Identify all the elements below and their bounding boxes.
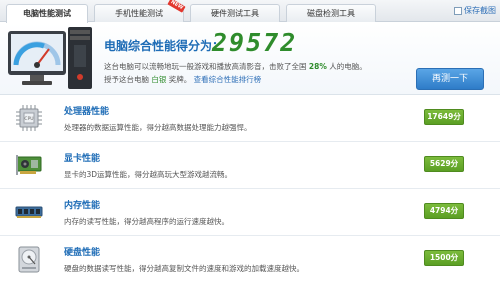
hard-disk-icon [18,246,40,273]
tab-label: 电脑性能测试 [23,9,71,18]
row-title: 内存性能 [64,201,101,211]
rank-middle: 奖牌。 [168,75,192,84]
tab-label: 磁盘检测工具 [307,9,355,18]
new-badge: NEW [167,0,186,13]
checkbox-icon[interactable] [454,6,462,15]
retest-button[interactable]: 再测一下 [416,68,484,90]
score-badge: 1500分 [424,250,464,266]
medal-level: 白银 [151,75,167,84]
row-title: 硬盘性能 [64,248,101,258]
list-item-cpu: CPU 处理器性能 处理器的数据运算性能，得分越高数据处理能力越强悍。 1764… [0,95,500,142]
cpu-icon: CPU [16,105,42,131]
list-item-graphics: 显卡性能 显卡的3D运算性能，得分越高玩大型游戏越流畅。 5629分 [0,142,500,189]
tab-hardware-tools[interactable]: 硬件测试工具 [190,4,280,22]
desc-prefix: 这台电脑可以流畅地玩一般游戏和播放高清影音，击败了全国 [104,62,307,71]
score-badge: 5629分 [424,156,464,172]
leaderboard-link[interactable]: 查看综合性能排行榜 [194,75,262,84]
score-description: 这台电脑可以流畅地玩一般游戏和播放高清影音，击败了全国 28% 人的电脑。 [104,61,367,72]
tab-bar: 电脑性能测试 手机性能测试 NEW 硬件测试工具 磁盘检测工具 保存截图 [0,0,500,23]
row-description: 硬盘的数据读写性能，得分越高复制文件的速度和游戏的加载速度越快。 [64,264,304,273]
memory-icon [15,206,43,218]
list-item-disk: 硬盘性能 硬盘的数据读写性能，得分越高复制文件的速度和游戏的加载速度越快。 15… [0,236,500,285]
tab-phone-performance[interactable]: 手机性能测试 NEW [94,0,186,22]
svg-text:CPU: CPU [24,116,33,122]
row-description: 内存的读写性能，得分越高程序的运行速度越快。 [64,217,229,226]
save-screenshot-label: 保存截图 [464,6,496,15]
desc-suffix: 人的电脑。 [329,62,367,71]
tab-label: 手机性能测试 [115,9,163,18]
score-title: 电脑综合性能得分为： [104,39,225,53]
row-description: 处理器的数据运算性能，得分越高数据处理能力越强悍。 [64,123,252,132]
medal-line: 授予这台电脑 白银 奖牌。 查看综合性能排行榜 [104,74,261,85]
row-description: 显卡的3D运算性能，得分越高玩大型游戏越流畅。 [64,170,233,179]
tab-pc-performance[interactable]: 电脑性能测试 [6,4,88,23]
row-title: 处理器性能 [64,107,110,117]
score-header: 电脑综合性能得分为： 29572 这台电脑可以流畅地玩一般游戏和播放高清影音，击… [0,23,500,95]
row-title: 显卡性能 [64,154,101,164]
rank-prefix: 授予这台电脑 [104,75,149,84]
overall-score: 29572 [212,28,298,57]
graphics-card-icon [16,155,42,175]
save-screenshot-link[interactable]: 保存截图 [454,5,496,16]
computer-speedometer-icon [8,27,92,89]
score-badge: 4794分 [424,203,464,219]
score-badge: 17649分 [424,109,464,125]
list-item-memory: 内存性能 内存的读写性能，得分越高程序的运行速度越快。 4794分 [0,189,500,236]
tab-disk-tools[interactable]: 磁盘检测工具 [286,4,376,22]
tab-label: 硬件测试工具 [211,9,259,18]
beat-percentage: 28% [308,62,327,71]
